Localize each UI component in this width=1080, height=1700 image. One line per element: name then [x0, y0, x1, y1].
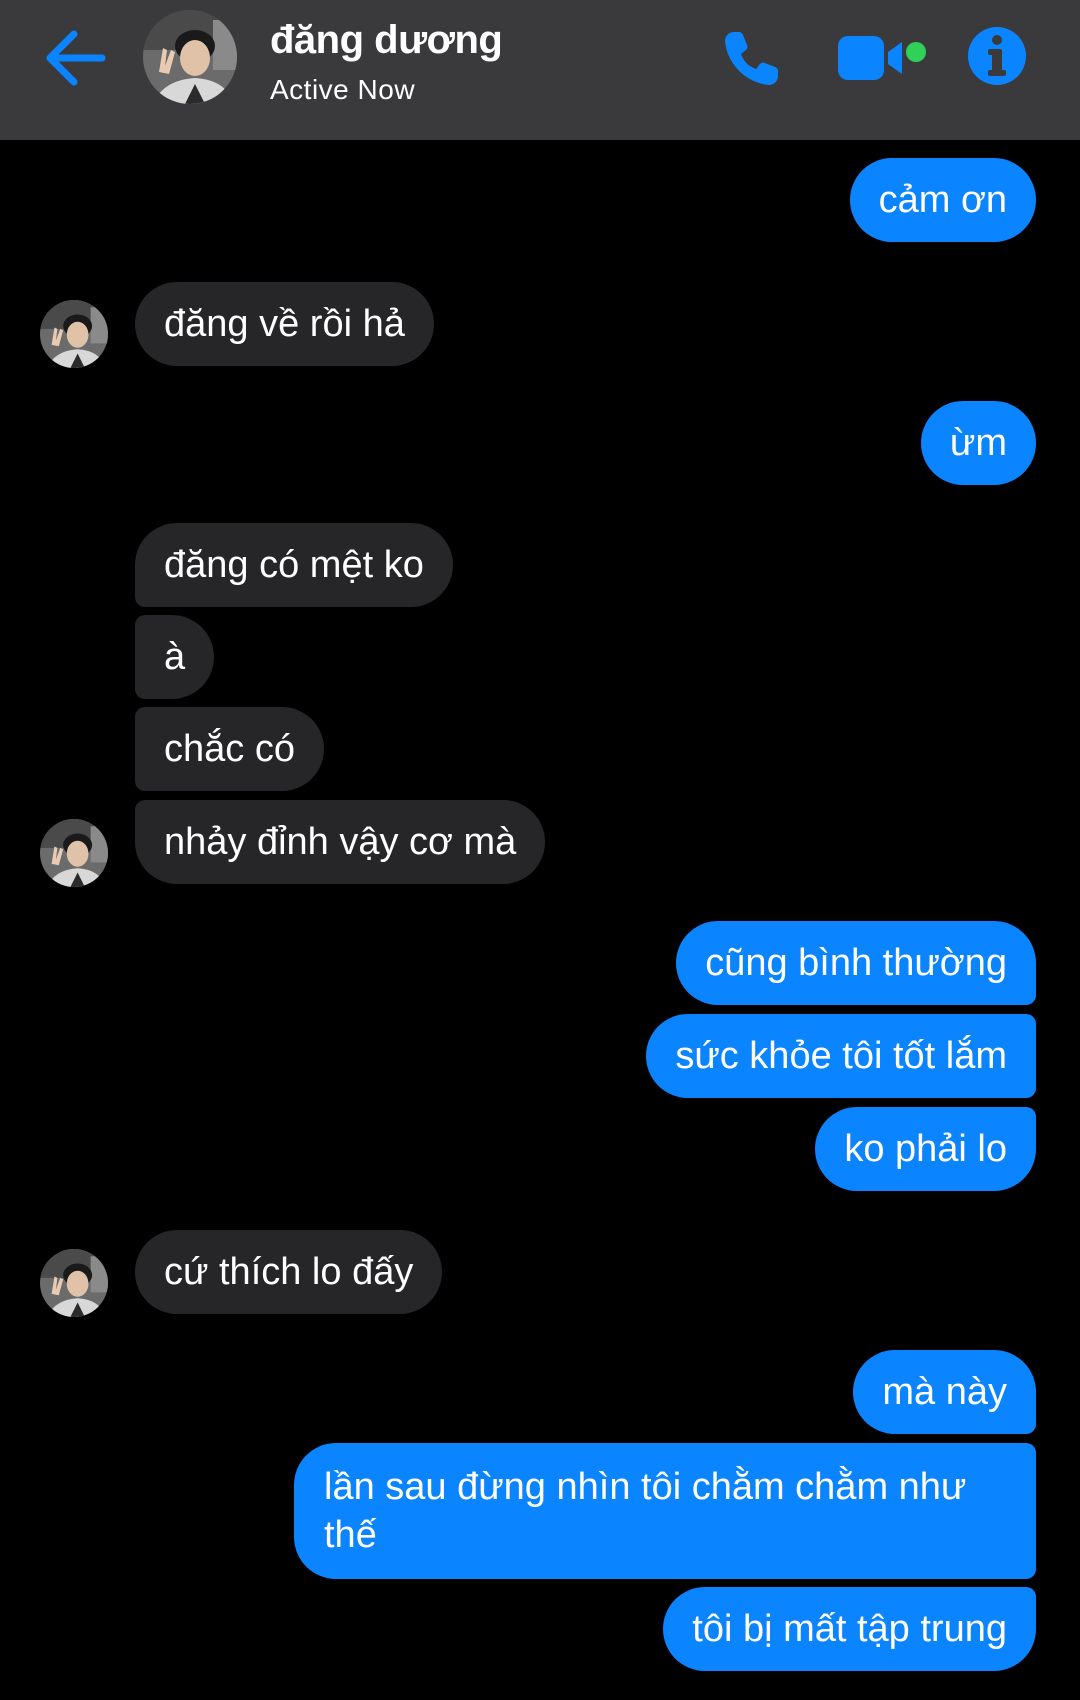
voice-call-button[interactable] — [720, 28, 782, 90]
message-outgoing[interactable]: sức khỏe tôi tốt lắm — [646, 1014, 1036, 1098]
active-status: Active Now — [270, 74, 416, 105]
conversation-info-button[interactable] — [966, 25, 1028, 87]
person-photo-icon — [143, 10, 237, 104]
contact-avatar-small[interactable] — [40, 1249, 108, 1317]
message-incoming[interactable]: nhảy đỉnh vậy cơ mà — [135, 800, 546, 884]
message-outgoing[interactable]: tôi bị mất tập trung — [663, 1587, 1036, 1671]
person-photo-icon — [40, 819, 108, 887]
back-button[interactable] — [40, 26, 110, 90]
message-incoming[interactable]: chắc có — [135, 707, 324, 791]
conversation-header: đăng dương Active Now — [0, 0, 1080, 140]
person-photo-icon — [40, 300, 108, 368]
info-icon — [968, 27, 1026, 85]
message-outgoing[interactable]: cảm ơn — [849, 158, 1036, 242]
message-outgoing[interactable]: cũng bình thường — [676, 921, 1036, 1005]
video-camera-icon — [838, 36, 926, 80]
back-arrow-icon — [46, 30, 106, 86]
message-outgoing[interactable]: ko phải lo — [815, 1107, 1036, 1191]
message-incoming[interactable]: à — [135, 615, 215, 699]
phone-icon — [725, 32, 778, 85]
person-photo-icon — [40, 1249, 108, 1317]
contact-avatar[interactable] — [143, 10, 237, 104]
message-outgoing[interactable]: lần sau đừng nhìn tôi chằm chằm như thế — [294, 1443, 1036, 1579]
message-incoming[interactable]: đăng có mệt ko — [135, 523, 453, 607]
message-incoming[interactable]: đăng về rồi hả — [135, 282, 434, 366]
message-outgoing[interactable]: ừm — [920, 401, 1036, 485]
contact-name[interactable]: đăng dương — [270, 18, 503, 63]
message-outgoing[interactable]: mà này — [853, 1350, 1036, 1434]
contact-avatar-small[interactable] — [40, 300, 108, 368]
video-call-button[interactable] — [836, 30, 936, 86]
contact-avatar-small[interactable] — [40, 819, 108, 887]
message-incoming[interactable]: cứ thích lo đấy — [135, 1230, 443, 1314]
